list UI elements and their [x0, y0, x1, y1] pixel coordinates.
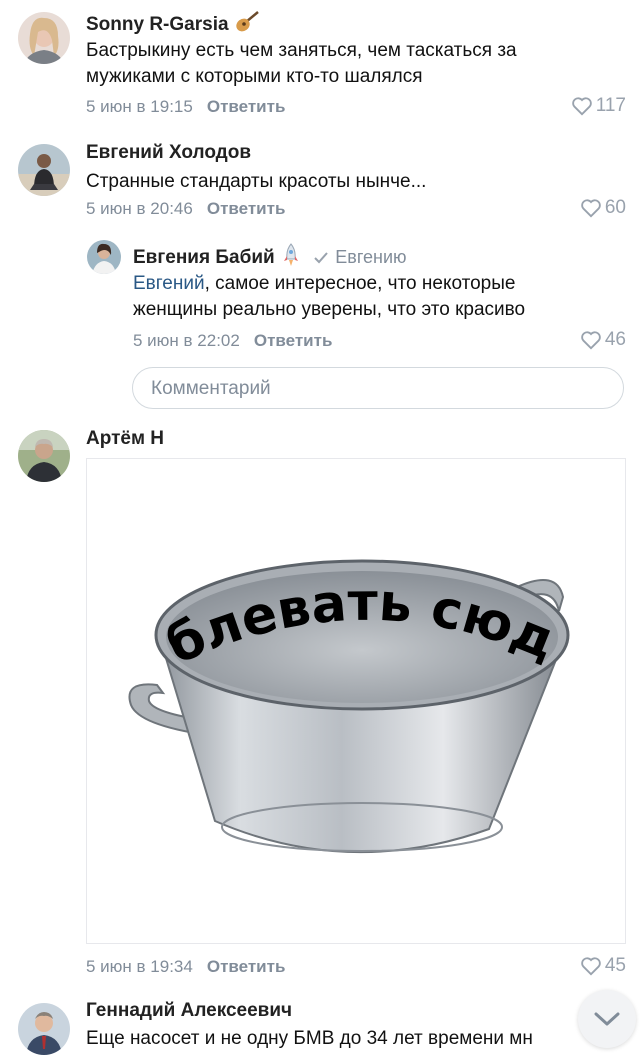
heart-icon [581, 331, 601, 350]
mention-link[interactable]: Евгений [133, 273, 205, 294]
reply-button[interactable]: Ответить [207, 199, 286, 218]
guitar-icon [234, 10, 260, 40]
author-name[interactable]: Евгений Холодов [86, 142, 251, 164]
reply-button[interactable]: Ответить [207, 957, 286, 976]
like-button[interactable]: 46 [580, 329, 626, 351]
reply-button[interactable]: Ответить [207, 97, 286, 116]
reply-to[interactable]: Евгению [313, 247, 407, 267]
comment-date: 5 июн в 19:15 [86, 97, 193, 116]
comment-text: Евгений, самое интересное, что некоторые… [133, 273, 526, 320]
avatar[interactable] [87, 240, 121, 274]
heart-icon [581, 199, 601, 218]
avatar[interactable] [18, 1003, 70, 1055]
author-name[interactable]: Геннадий Алексеевич [86, 1000, 292, 1022]
author-name[interactable]: Евгения Бабий Евгению [133, 243, 407, 273]
comment-meta: 5 июн в 19:15 Ответить [86, 97, 285, 117]
comment-meta: 5 июн в 20:46 Ответить [86, 199, 285, 219]
scroll-down-button[interactable] [578, 990, 636, 1048]
like-button[interactable]: 45 [580, 955, 626, 977]
rocket-icon [280, 243, 302, 273]
heart-icon [581, 957, 601, 976]
comment-input-placeholder: Комментарий [151, 378, 271, 399]
comment-text: Бастрыкину есть чем заняться, чем таскат… [86, 40, 517, 87]
comment-meta: 5 июн в 19:34 Ответить [86, 957, 285, 977]
avatar[interactable] [18, 144, 70, 196]
comment-date: 5 июн в 22:02 [133, 331, 240, 350]
comment-meta: 5 июн в 22:02 Ответить [133, 331, 332, 351]
heart-icon [571, 97, 592, 116]
comment-text: Странные стандарты красоты нынче... [86, 171, 427, 192]
reply-button[interactable]: Ответить [254, 331, 333, 350]
author-name[interactable]: Sonny R-Garsia [86, 10, 260, 40]
attached-image[interactable]: блевать сюда [86, 458, 626, 944]
comment-date: 5 июн в 19:34 [86, 957, 193, 976]
like-button[interactable]: 117 [571, 95, 626, 117]
comment-input[interactable]: Комментарий [132, 367, 624, 409]
check-icon [314, 252, 328, 264]
chevron-down-icon [594, 1012, 620, 1026]
author-name[interactable]: Артём Н [86, 428, 164, 450]
avatar[interactable] [18, 430, 70, 482]
basin-image: блевать сюда [87, 459, 570, 854]
comment-text: Еще насосет и не одну БМВ до 34 лет врем… [86, 1028, 533, 1049]
avatar[interactable] [18, 12, 70, 64]
like-button[interactable]: 60 [580, 197, 626, 219]
comment-date: 5 июн в 20:46 [86, 199, 193, 218]
